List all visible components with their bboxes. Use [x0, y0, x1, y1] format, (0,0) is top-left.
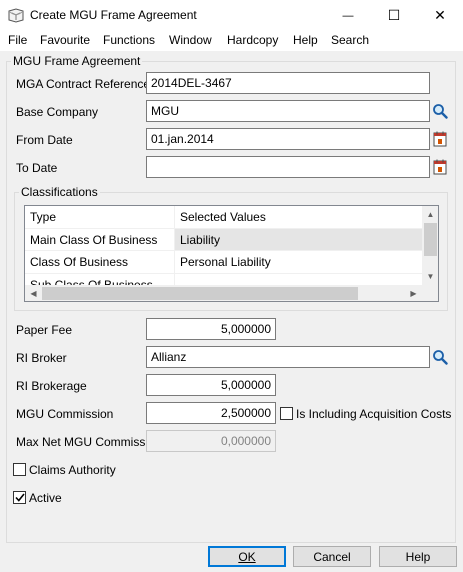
scroll-left-icon[interactable]: ◀ — [25, 285, 42, 301]
close-button[interactable]: ✕ — [417, 0, 463, 31]
classifications-title: Classifications — [19, 185, 100, 199]
table-row-type-cell[interactable]: Main Class Of Business — [25, 229, 175, 251]
search-icon — [433, 350, 448, 365]
mga-ref-input[interactable]: 2014DEL-3467 — [146, 72, 430, 94]
vertical-scroll-thumb[interactable] — [424, 223, 437, 256]
cancel-button-label: Cancel — [313, 549, 351, 564]
scroll-down-icon[interactable]: ▼ — [422, 268, 438, 285]
window-title: Create MGU Frame Agreement — [30, 8, 197, 22]
ri-broker-label: RI Broker — [16, 351, 67, 365]
help-button-label: Help — [405, 549, 431, 564]
ri-brokerage-input[interactable]: 5,000000 — [146, 374, 276, 396]
maximize-button[interactable]: ☐ — [371, 0, 417, 31]
row-divider — [25, 273, 422, 274]
table-row-value-cell[interactable]: Personal Liability — [175, 251, 422, 273]
table-row-value-cell[interactable]: Liability — [175, 229, 422, 251]
checkmark-icon — [14, 493, 25, 502]
mgu-commission-label: MGU Commission — [16, 407, 114, 421]
menu-hardcopy[interactable]: Hardcopy — [227, 33, 278, 47]
help-button[interactable]: Help — [379, 546, 457, 567]
table-row-value-cell[interactable] — [175, 274, 422, 285]
maximize-icon: ☐ — [387, 7, 401, 23]
calendar-icon — [433, 131, 447, 147]
grid-horizontal-scrollbar[interactable]: ◀ ▶ — [25, 285, 422, 301]
ri-broker-input[interactable]: Allianz — [146, 346, 430, 368]
menu-window[interactable]: Window — [169, 33, 212, 47]
horizontal-scroll-thumb[interactable] — [42, 287, 358, 300]
mgu-commission-input[interactable]: 2,500000 — [146, 402, 276, 424]
row-divider — [25, 250, 422, 251]
minimize-icon: — — [342, 9, 354, 22]
menu-search[interactable]: Search — [331, 33, 369, 47]
grid-vertical-scrollbar[interactable]: ▲ ▼ — [422, 206, 438, 285]
max-net-mgu-commission-input: 0,000000 — [146, 430, 276, 452]
scroll-corner — [422, 285, 438, 301]
is-including-acquisition-costs-label[interactable]: Is Including Acquisition Costs — [296, 407, 451, 421]
scroll-up-icon[interactable]: ▲ — [422, 206, 438, 223]
base-company-input[interactable]: MGU — [146, 100, 430, 122]
ri-brokerage-label: RI Brokerage — [16, 379, 87, 393]
is-including-acquisition-costs-checkbox[interactable] — [280, 407, 293, 420]
group-title: MGU Frame Agreement — [11, 54, 143, 68]
menu-file[interactable]: File — [8, 33, 27, 47]
app-icon — [8, 8, 24, 23]
classifications-grid[interactable]: Type Selected Values Main Class Of Busin… — [24, 205, 439, 302]
to-date-input[interactable] — [146, 156, 430, 178]
menu-functions[interactable]: Functions — [103, 33, 155, 47]
table-row-type-cell[interactable]: Sub Class Of Business — [25, 274, 175, 285]
column-header-type[interactable]: Type — [25, 206, 175, 228]
claims-authority-label[interactable]: Claims Authority — [29, 463, 116, 477]
paper-fee-input[interactable]: 5,000000 — [146, 318, 276, 340]
paper-fee-label: Paper Fee — [16, 323, 73, 337]
ok-button-label: OK — [238, 549, 256, 564]
base-company-search-button[interactable] — [431, 101, 449, 121]
from-date-picker-button[interactable] — [431, 129, 449, 149]
base-company-label: Base Company — [16, 105, 99, 119]
close-icon: ✕ — [434, 7, 446, 23]
table-row-type-cell[interactable]: Class Of Business — [25, 251, 175, 273]
calendar-icon — [433, 159, 447, 175]
menu-help[interactable]: Help — [293, 33, 318, 47]
to-date-picker-button[interactable] — [431, 157, 449, 177]
max-net-mgu-commission-label: Max Net MGU Commission — [16, 435, 162, 449]
to-date-label: To Date — [16, 161, 58, 175]
from-date-label: From Date — [16, 133, 73, 147]
menu-favourite[interactable]: Favourite — [40, 33, 90, 47]
column-header-selected-values[interactable]: Selected Values — [175, 206, 422, 228]
active-label[interactable]: Active — [29, 491, 62, 505]
claims-authority-checkbox[interactable] — [13, 463, 26, 476]
from-date-input[interactable]: 01.jan.2014 — [146, 128, 430, 150]
active-checkbox[interactable] — [13, 491, 26, 504]
ri-broker-search-button[interactable] — [431, 347, 449, 367]
row-divider — [25, 228, 422, 229]
cancel-button[interactable]: Cancel — [293, 546, 371, 567]
mga-ref-label: MGA Contract Reference — [16, 77, 151, 91]
search-icon — [433, 104, 448, 119]
minimize-button[interactable]: — — [325, 0, 371, 31]
scroll-right-icon[interactable]: ▶ — [405, 285, 422, 301]
ok-button[interactable]: OK — [208, 546, 286, 567]
